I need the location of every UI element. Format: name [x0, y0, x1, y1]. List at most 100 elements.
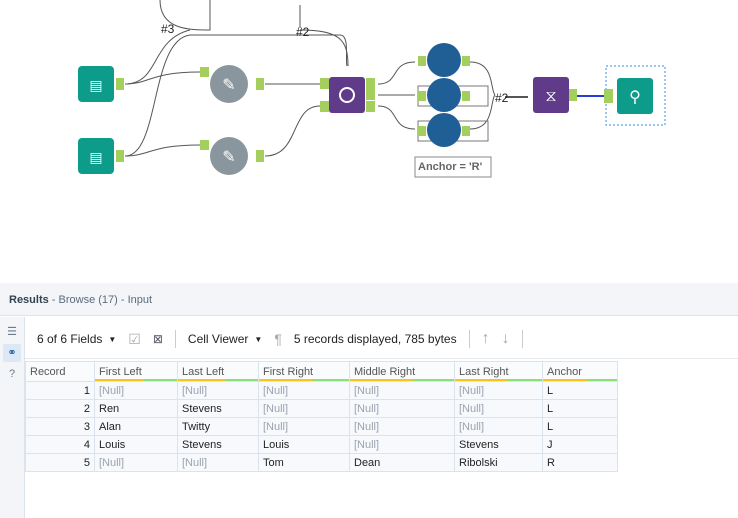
column-header[interactable]: Record — [25, 361, 95, 382]
table-row[interactable]: 2 Ren Stevens [Null] [Null] [Null] L — [25, 399, 618, 418]
column-header-label: First Right — [263, 365, 314, 378]
table-cell[interactable]: [Null] — [258, 417, 350, 436]
label-hash2-right: #2 — [495, 91, 509, 105]
dynamic-rename-tool-1: ✎ — [210, 65, 248, 103]
records-summary: 5 records displayed, 785 bytes — [293, 332, 457, 346]
results-header: Results - Browse (17) - Input — [0, 283, 738, 316]
column-quality-bar — [543, 379, 617, 381]
record-number[interactable]: 5 — [25, 453, 95, 472]
column-quality-bar — [95, 379, 177, 381]
table-cell[interactable]: [Null] — [177, 381, 259, 400]
svg-text:✎: ✎ — [222, 149, 235, 166]
results-toolbar: 6 of 6 Fields ▼ ☑ ⊠ Cell Viewer ▼ ¶ 5 reco… — [25, 320, 738, 359]
chevron-down-icon: ▼ — [108, 334, 117, 344]
table-row[interactable]: 1 [Null] [Null] [Null] [Null] [Null] L — [25, 381, 618, 400]
table-cell[interactable]: [Null] — [94, 453, 178, 472]
cell-viewer-label: Cell Viewer — [187, 332, 249, 346]
arrow-up-icon[interactable]: ↑ — [482, 330, 490, 348]
filter-tool-1 — [427, 43, 461, 77]
results-side-panel: ☰ ⚭ ? — [0, 317, 25, 518]
results-title: Results — [9, 294, 49, 306]
list-icon[interactable]: ☰ — [3, 323, 21, 341]
chevron-down-icon: ▼ — [254, 334, 263, 344]
column-header[interactable]: Anchor — [542, 361, 618, 382]
join-tool — [329, 77, 365, 113]
deselect-icon[interactable]: ⊠ — [153, 332, 163, 346]
record-number[interactable]: 1 — [25, 381, 95, 400]
arrow-down-icon[interactable]: ↓ — [502, 330, 510, 348]
record-number[interactable]: 3 — [25, 417, 95, 436]
column-header[interactable]: First Right — [258, 361, 350, 382]
checkbox-icon[interactable]: ☑ — [128, 331, 141, 348]
results-table: Record First Left Last Left First Right Midd… — [25, 361, 618, 472]
table-cell[interactable]: Louis — [258, 435, 350, 454]
filter-tool-2 — [427, 78, 461, 112]
svg-text:⚲: ⚲ — [629, 89, 641, 106]
table-cell[interactable]: L — [542, 381, 618, 400]
column-header[interactable]: First Left — [94, 361, 178, 382]
column-header[interactable]: Middle Right — [349, 361, 455, 382]
table-cell[interactable]: [Null] — [349, 399, 455, 418]
browse-tool: ⚲ — [617, 78, 653, 114]
divider — [468, 330, 470, 348]
workflow-diagram: ▤ ▤ ✎ ✎ ⧖ ⚲ — [78, 0, 666, 178]
table-cell[interactable]: [Null] — [454, 399, 543, 418]
table-cell[interactable]: [Null] — [349, 435, 455, 454]
record-number[interactable]: 2 — [25, 399, 95, 418]
column-header-label: Last Left — [182, 365, 225, 378]
record-number[interactable]: 4 — [25, 435, 95, 454]
column-header-label: Middle Right — [354, 365, 416, 378]
table-cell[interactable]: Twitty — [177, 417, 259, 436]
table-cell[interactable]: Stevens — [177, 435, 259, 454]
svg-text:▤: ▤ — [89, 77, 102, 93]
filter-annotation: Anchor = 'R' — [418, 161, 483, 173]
label-hash2-top: #2 — [296, 25, 310, 39]
union-tool: ⧖ — [533, 77, 569, 113]
cell-viewer-dropdown[interactable]: Cell Viewer ▼ — [188, 332, 262, 346]
table-cell[interactable]: Stevens — [454, 435, 543, 454]
table-cell[interactable]: [Null] — [258, 381, 350, 400]
table-row[interactable]: 5 [Null] [Null] Tom Dean Ribolski R — [25, 453, 618, 472]
table-cell[interactable]: [Null] — [454, 417, 543, 436]
workflow-canvas[interactable]: ▤ ▤ ✎ ✎ ⧖ ⚲ #3 #2 #2 Anchor = 'R' — [0, 0, 738, 283]
column-header[interactable]: Last Left — [177, 361, 259, 382]
svg-text:✎: ✎ — [222, 77, 235, 94]
table-cell[interactable]: Dean — [349, 453, 455, 472]
table-cell[interactable]: Alan — [94, 417, 178, 436]
table-cell[interactable]: [Null] — [258, 399, 350, 418]
table-cell[interactable]: L — [542, 399, 618, 418]
divider — [174, 330, 176, 348]
binoculars-icon[interactable]: ⚭ — [3, 344, 21, 362]
column-header-label: Anchor — [547, 365, 582, 378]
table-cell[interactable]: Stevens — [177, 399, 259, 418]
column-header[interactable]: Last Right — [454, 361, 543, 382]
results-subtitle: - Browse (17) - Input — [48, 294, 153, 306]
column-quality-bar — [259, 379, 349, 381]
pilcrow-icon[interactable]: ¶ — [274, 331, 282, 347]
table-cell[interactable]: Ribolski — [454, 453, 543, 472]
table-cell[interactable]: L — [542, 417, 618, 436]
fields-dropdown[interactable]: 6 of 6 Fields ▼ — [37, 332, 116, 346]
fields-label: 6 of 6 Fields — [37, 332, 103, 346]
table-cell[interactable]: [Null] — [177, 453, 259, 472]
table-cell[interactable]: Tom — [258, 453, 350, 472]
input-tool-1: ▤ — [78, 66, 114, 102]
column-quality-bar — [350, 379, 454, 381]
table-cell[interactable]: Ren — [94, 399, 178, 418]
table-cell[interactable]: [Null] — [94, 381, 178, 400]
svg-text:▤: ▤ — [89, 149, 102, 165]
table-cell[interactable]: J — [542, 435, 618, 454]
table-row[interactable]: 4 Louis Stevens Louis [Null] Stevens J — [25, 435, 618, 454]
table-cell[interactable]: Louis — [94, 435, 178, 454]
table-row[interactable]: 3 Alan Twitty [Null] [Null] [Null] L — [25, 417, 618, 436]
table-cell[interactable]: [Null] — [454, 381, 543, 400]
svg-text:⧖: ⧖ — [545, 88, 556, 105]
column-header-label: Last Right — [459, 365, 509, 378]
table-cell[interactable]: [Null] — [349, 381, 455, 400]
column-quality-bar — [455, 379, 542, 381]
column-header-label: Record — [30, 365, 66, 378]
dynamic-rename-tool-2: ✎ — [210, 137, 248, 175]
help-icon[interactable]: ? — [3, 365, 21, 383]
table-cell[interactable]: [Null] — [349, 417, 455, 436]
table-cell[interactable]: R — [542, 453, 618, 472]
